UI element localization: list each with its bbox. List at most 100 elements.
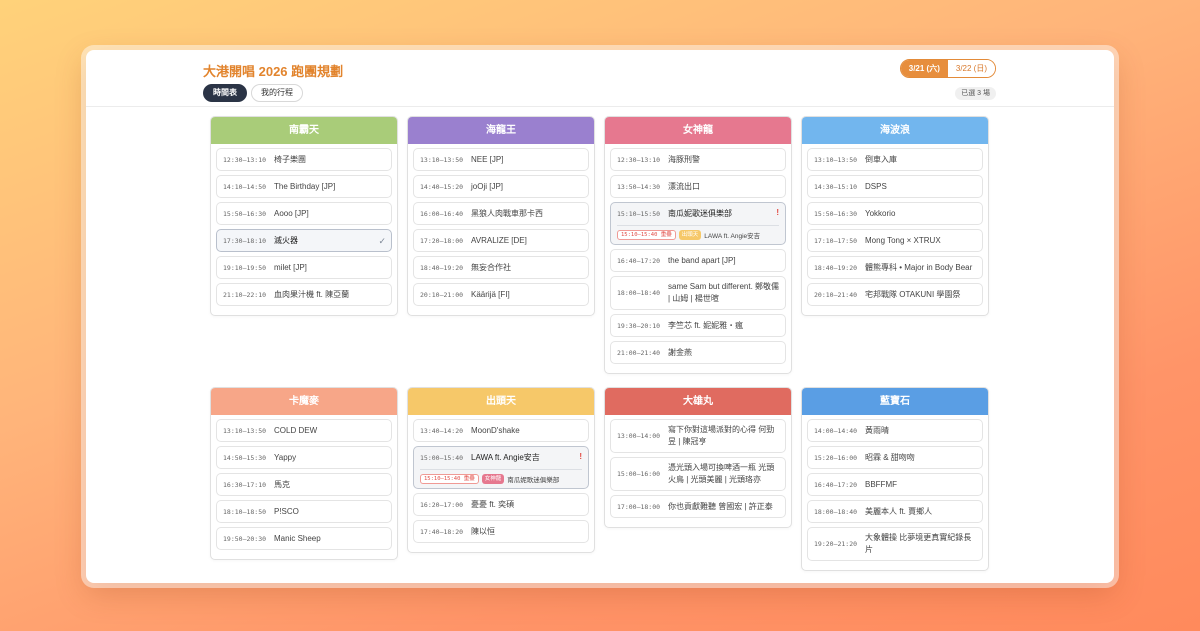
slot-artist: 無妄合作社 [471, 262, 511, 272]
set-slot[interactable]: 14:50–15:30 Yappy [216, 446, 392, 469]
slot-time: 14:50–15:30 [223, 453, 267, 462]
set-slot[interactable]: 17:20–18:00 AVRALIZE [DE] [413, 229, 589, 252]
set-slot[interactable]: 13:40–14:20 MoonD'shake [413, 419, 589, 442]
set-slot[interactable]: 17:00–18:00 你也貢獻難聽 曾國宏 | 許正泰 [610, 495, 786, 518]
slot-time: 15:10–15:50 [617, 210, 661, 218]
slot-artist: 昭霖 & 甜吻吻 [865, 452, 915, 462]
slot-time: 17:30–18:10 [223, 236, 267, 245]
slot-time: 13:10–13:50 [420, 155, 464, 164]
slot-time: 14:00–14:40 [814, 426, 858, 435]
set-slot[interactable]: 16:40–17:20 BBFFMF [807, 473, 983, 496]
set-slot[interactable]: 16:30–17:10 馬克 [216, 473, 392, 496]
tab-timetable[interactable]: 時間表 [203, 84, 247, 102]
stage-column: 卡魔麥 13:10–13:50 COLD DEW 14:50–15:30 Yappy 16… [210, 387, 398, 560]
set-slot[interactable]: 17:40–18:20 陳以恒 [413, 520, 589, 543]
set-slot[interactable]: 13:00–14:00 寫下你對這場派對的心得 何勁昱 | 陳冠亨 [610, 419, 786, 453]
slot-artist: 陳以恒 [471, 526, 495, 536]
conflict-stage-badge: 出頭天 [678, 230, 702, 240]
set-slot[interactable]: 18:00–18:40 same Sam but different. 鄭敬儒 |… [610, 276, 786, 310]
set-slot[interactable]: 19:20–21:20 大象體操 比夢境更真實紀錄長片 [807, 527, 983, 561]
set-slot[interactable]: 15:50–16:30 Yokkorio [807, 202, 983, 225]
set-slot[interactable]: 20:10–21:00 Käärijä [FI] [413, 283, 589, 306]
slot-time: 13:10–13:50 [223, 426, 267, 435]
slot-artist: LAWA ft. Angie安吉 [471, 453, 540, 462]
slot-time: 18:40–19:20 [814, 263, 858, 272]
slot-time: 21:00–21:40 [617, 348, 661, 357]
stage-header: 大雄丸 [605, 388, 791, 415]
set-slot[interactable]: 18:00–18:40 美麗本人 ft. 賈鄉人 [807, 500, 983, 523]
set-slot[interactable]: 15:10–15:50 南瓜妮歌迷俱樂部! 15:10–15:40 重疊 出頭天 LAW… [610, 202, 786, 245]
stage-header: 出頭天 [408, 388, 594, 415]
slot-time: 19:10–19:50 [223, 263, 267, 272]
slot-time: 16:40–17:20 [617, 256, 661, 265]
slot-artist: 美麗本人 ft. 賈鄉人 [865, 506, 933, 516]
set-slot[interactable]: 15:00–16:00 憑光頭入場可換啤酒一瓶 光頭火鳥 | 光頭美麗 | 光頭珞… [610, 457, 786, 491]
conflict-artist: 南瓜妮歌迷俱樂部 [507, 477, 560, 484]
page-title: 大港開唱 2026 跑團規劃 [203, 64, 344, 79]
slot-artist: 李竺芯 ft. 妮妮雅・瘋 [668, 320, 744, 330]
slot-time: 14:30–15:10 [814, 182, 858, 191]
slot-time: 15:50–16:30 [223, 209, 267, 218]
slot-time: 15:00–15:40 [420, 454, 464, 462]
set-slot[interactable]: 13:50–14:30 漂流出口 [610, 175, 786, 198]
set-slot[interactable]: 19:50–20:30 Manic Sheep [216, 527, 392, 550]
slot-artist: Mong Tong × XTRUX [865, 235, 941, 245]
tab-day-1[interactable]: 3/21 (六) [900, 60, 948, 77]
slot-time: 16:20–17:00 [420, 500, 464, 509]
conflict-warning-icon: ! [579, 452, 582, 461]
set-slot[interactable]: 19:30–20:10 李竺芯 ft. 妮妮雅・瘋 [610, 314, 786, 337]
set-slot[interactable]: 20:10–21:40 宅邦戰隊 OTAKUNI 學園祭 [807, 283, 983, 306]
set-slot[interactable]: 14:30–15:10 DSPS [807, 175, 983, 198]
slot-artist: Käärijä [FI] [471, 289, 510, 299]
set-slot[interactable]: 13:10–13:50 倒車入庫 [807, 148, 983, 171]
slot-artist: 大象體操 比夢境更真實紀錄長片 [865, 533, 972, 554]
slot-time: 15:50–16:30 [814, 209, 858, 218]
set-slot[interactable]: 15:00–15:40 LAWA ft. Angie安吉! 15:10–15:40 … [413, 446, 589, 489]
set-slot[interactable]: 17:30–18:10 滅火器 ✓ [216, 229, 392, 252]
slot-artist: 漂流出口 [668, 181, 700, 191]
slot-artist: COLD DEW [274, 425, 318, 435]
stage-column: 海波浪 13:10–13:50 倒車入庫 14:30–15:10 DSPS 15:50–1… [801, 116, 989, 316]
stage-header: 海龍王 [408, 117, 594, 144]
set-slot[interactable]: 19:10–19:50 milet [JP] [216, 256, 392, 279]
set-slot[interactable]: 13:10–13:50 NEE [JP] [413, 148, 589, 171]
slot-artist: 血肉果汁機 ft. 陳亞蘭 [274, 289, 350, 299]
conflict-time-badge: 15:10–15:40 重疊 [420, 474, 479, 484]
stage-column: 南霸天 12:30–13:10 椅子樂團 14:10–14:50 The Birthda… [210, 116, 398, 316]
set-slot[interactable]: 18:40–19:20 體熊專科 • Major in Body Bear [807, 256, 983, 279]
slot-artist: 海豚刑警 [668, 154, 700, 164]
slot-artist: 憑光頭入場可換啤酒一瓶 光頭火鳥 | 光頭美麗 | 光頭珞亦 [668, 463, 775, 484]
slot-artist: 椅子樂團 [274, 154, 306, 164]
conflict-time-badge: 15:10–15:40 重疊 [617, 230, 676, 240]
slot-time: 18:40–19:20 [420, 263, 464, 272]
slot-artist: 宅邦戰隊 OTAKUNI 學園祭 [865, 289, 961, 299]
set-slot[interactable]: 16:00–16:40 黑狼人肉戰車那卡西 [413, 202, 589, 225]
slot-artist: Aooo [JP] [274, 208, 309, 218]
set-slot[interactable]: 13:10–13:50 COLD DEW [216, 419, 392, 442]
tab-my-schedule[interactable]: 我的行程 [251, 84, 303, 102]
slot-artist: 憂憂 ft. 奕碩 [471, 499, 515, 509]
stage-column: 海龍王 13:10–13:50 NEE [JP] 14:40–15:20 joOji [… [407, 116, 595, 316]
set-slot[interactable]: 14:40–15:20 joOji [JP] [413, 175, 589, 198]
set-slot[interactable]: 16:20–17:00 憂憂 ft. 奕碩 [413, 493, 589, 516]
set-slot[interactable]: 15:20–16:00 昭霖 & 甜吻吻 [807, 446, 983, 469]
set-slot[interactable]: 16:40–17:20 the band apart [JP] [610, 249, 786, 272]
set-slot[interactable]: 12:30–13:10 椅子樂團 [216, 148, 392, 171]
set-slot[interactable]: 14:00–14:40 黃雨晴 [807, 419, 983, 442]
set-slot[interactable]: 18:10–18:50 P!SCO [216, 500, 392, 523]
slot-time: 19:30–20:10 [617, 321, 661, 330]
set-slot[interactable]: 21:00–21:40 謝金燕 [610, 341, 786, 364]
set-slot[interactable]: 12:30–13:10 海豚刑警 [610, 148, 786, 171]
set-slot[interactable]: 15:50–16:30 Aooo [JP] [216, 202, 392, 225]
conflict-info: 15:10–15:40 重疊 出頭天 LAWA ft. Angie安吉 [617, 230, 779, 240]
set-slot[interactable]: 14:10–14:50 The Birthday [JP] [216, 175, 392, 198]
set-slot[interactable]: 17:10–17:50 Mong Tong × XTRUX [807, 229, 983, 252]
tab-day-2[interactable]: 3/22 (日) [947, 60, 995, 77]
slot-time: 18:10–18:50 [223, 507, 267, 516]
set-slot[interactable]: 18:40–19:20 無妄合作社 [413, 256, 589, 279]
stage-column: 女神龍 12:30–13:10 海豚刑警 13:50–14:30 漂流出口 15:10–1… [604, 116, 792, 374]
slot-main-row: 15:10–15:50 南瓜妮歌迷俱樂部 [617, 208, 779, 226]
set-slot[interactable]: 21:10–22:10 血肉果汁機 ft. 陳亞蘭 [216, 283, 392, 306]
slot-time: 19:50–20:30 [223, 534, 267, 543]
slot-time: 17:00–18:00 [617, 502, 661, 511]
